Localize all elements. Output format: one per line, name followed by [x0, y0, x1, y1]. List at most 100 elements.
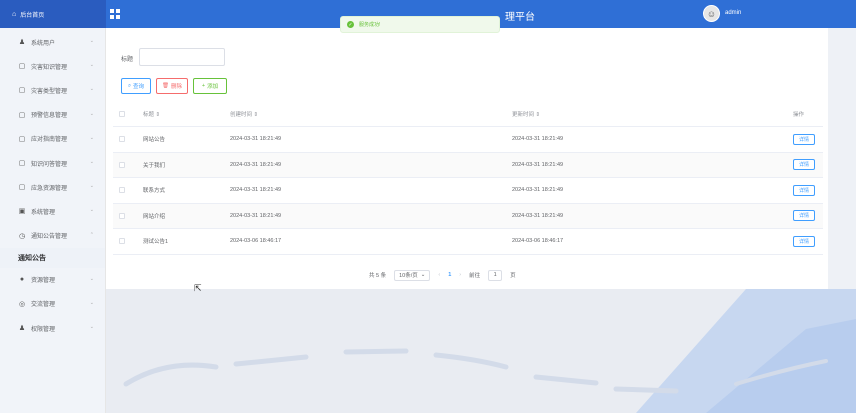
detail-button[interactable]: 详情 [793, 235, 815, 247]
detail-button[interactable]: 详情 [793, 184, 815, 196]
row-check-cell [119, 127, 125, 152]
sidebar-item-resources[interactable]: ▢ 应急资源管理 ⌄ [0, 175, 105, 199]
toast-message: 服务成功! [359, 22, 381, 28]
sidebar-item-label: 系统管理 [31, 209, 56, 216]
page-unit-label: 页 [510, 273, 516, 279]
add-button[interactable]: + 添加 [193, 78, 227, 94]
sidebar-item-notices[interactable]: ◷ 通知公告管理 ⌃ [0, 224, 105, 248]
cell-updated: 2024-03-31 18:21:49 [512, 187, 564, 194]
cell-actions: 详情 [793, 229, 815, 254]
brand-home-link[interactable]: ⌂ 后台首页 [0, 0, 106, 28]
right-gutter [828, 28, 856, 289]
detail-button[interactable]: 详情 [793, 133, 815, 145]
table-row: 网站公告 2024-03-31 18:21:49 2024-03-31 18:2… [113, 127, 823, 153]
cell-updated: 2024-03-06 18:46:17 [512, 238, 564, 245]
chevron-down-icon: ⌄ [89, 275, 94, 282]
menu-toggle-icon[interactable] [110, 9, 120, 19]
search-title-input[interactable] [139, 48, 225, 66]
delete-button[interactable]: 🗑 删除 [156, 78, 188, 94]
doc-icon: ▢ [18, 63, 26, 71]
row-checkbox[interactable] [119, 238, 125, 245]
cell-created: 2024-03-06 18:46:17 [230, 238, 282, 245]
chevron-down-icon: ⌄ [89, 207, 94, 214]
sidebar-item-label: 知识问答管理 [31, 161, 68, 168]
pagination: 共 5 条 10条/页 ⌄ ‹ 1 › 前往 1 页 [369, 269, 516, 281]
cell-updated: 2024-03-31 18:21:49 [512, 161, 564, 168]
sidebar-item-disaster-types[interactable]: ▢ 灾害类型管理 ⌄ [0, 78, 105, 102]
search-icon: ⌕ [127, 82, 132, 89]
chevron-down-icon: ⌄ [89, 110, 94, 117]
sidebar-item-qa[interactable]: ▢ 知识问答管理 ⌄ [0, 151, 105, 175]
avatar[interactable]: ☺ [703, 5, 720, 22]
col-header-created[interactable]: 创建时间 ⇕ [230, 102, 258, 126]
cell-created: 2024-03-31 18:21:49 [230, 161, 282, 168]
sidebar-item-system[interactable]: ▣ 系统管理 ⌄ [0, 199, 105, 223]
doc-icon: ▢ [18, 160, 26, 168]
row-checkbox[interactable] [119, 161, 125, 168]
sidebar-item-label: 应急资源管理 [31, 185, 68, 192]
select-all-cell [119, 102, 125, 126]
user-icon: ♟ [18, 39, 26, 47]
doc-icon: ▢ [18, 184, 26, 192]
chevron-up-icon: ⌃ [89, 231, 94, 238]
row-checkbox[interactable] [119, 187, 125, 194]
delete-button-label: 删除 [170, 84, 182, 90]
doc-icon: ▢ [18, 87, 26, 95]
user-name[interactable]: admin [725, 10, 741, 16]
col-header-updated[interactable]: 更新时间 ⇕ [512, 102, 540, 126]
table-row: 测试公告1 2024-03-06 18:46:17 2024-03-06 18:… [113, 229, 823, 255]
doc-icon: ▢ [18, 135, 26, 143]
search-title-label: 标题 [121, 57, 134, 63]
cell-actions: 详情 [793, 127, 815, 152]
select-all-checkbox[interactable] [119, 111, 125, 117]
sidebar-item-exchange[interactable]: ◎ 交流管理 ⌄ [0, 292, 105, 316]
home-icon: ⌂ [12, 10, 17, 18]
sidebar-item-label: 预警信息管理 [31, 113, 68, 120]
col-header-title[interactable]: 标题 ⇕ [143, 102, 160, 126]
platform-title: 理平台 [505, 12, 535, 23]
pager-total: 共 5 条 [369, 273, 387, 279]
background-decoration [106, 289, 856, 413]
sidebar-item-label: 交流管理 [31, 302, 56, 309]
current-page[interactable]: 1 [448, 272, 451, 278]
detail-button[interactable]: 详情 [793, 159, 815, 171]
row-checkbox[interactable] [119, 136, 125, 143]
image-icon: ▣ [18, 208, 26, 216]
sidebar-item-warnings[interactable]: ▢ 预警信息管理 ⌄ [0, 103, 105, 127]
sidebar-item-label: 灾害知识管理 [31, 64, 68, 71]
sidebar: ♟ 系统用户 ⌄ ▢ 灾害知识管理 ⌄ ▢ 灾害类型管理 ⌄ ▢ 预警信息管理 … [0, 28, 106, 413]
chevron-down-icon: ⌄ [89, 62, 94, 69]
page-size-select[interactable]: 10条/页 ⌄ [394, 269, 431, 281]
page-size-value: 10条/页 [399, 273, 418, 279]
add-button-label: 添加 [207, 84, 219, 90]
check-circle-icon: ✓ [347, 21, 354, 28]
sidebar-item-label: 通知公告管理 [31, 234, 68, 241]
cell-actions: 详情 [793, 204, 815, 229]
sidebar-item-system-users[interactable]: ♟ 系统用户 ⌄ [0, 30, 105, 54]
row-check-cell [119, 153, 125, 178]
query-button[interactable]: ⌕ 查询 [121, 78, 151, 94]
cell-updated: 2024-03-31 18:21:49 [512, 136, 564, 143]
detail-button[interactable]: 详情 [793, 210, 815, 222]
sidebar-item-guides[interactable]: ▢ 应对指南管理 ⌄ [0, 127, 105, 151]
prev-page-icon[interactable]: ‹ [438, 272, 440, 278]
goto-label: 前往 [469, 273, 481, 279]
cell-title: 网站公告 [143, 137, 166, 144]
goto-page-input[interactable]: 1 [488, 269, 503, 281]
sidebar-subitem-notices[interactable]: 通知公告 [0, 247, 105, 268]
sidebar-item-disaster-knowledge[interactable]: ▢ 灾害知识管理 ⌄ [0, 54, 105, 78]
query-button-label: 查询 [133, 84, 145, 90]
col-header-actions: 操作 [793, 112, 805, 118]
sidebar-item-permissions[interactable]: ♟ 权限管理 ⌄ [0, 316, 105, 340]
sidebar-item-resource-mgmt[interactable]: ● 资源管理 ⌄ [0, 268, 105, 292]
row-checkbox[interactable] [119, 212, 125, 219]
trash-icon: 🗑 [162, 83, 169, 89]
row-check-cell [119, 229, 125, 254]
brand-label: 后台首页 [20, 12, 45, 19]
cell-actions: 详情 [793, 178, 815, 203]
row-check-cell [119, 204, 125, 229]
circle-icon: ◎ [18, 300, 26, 308]
cell-title: 关于我们 [143, 162, 166, 169]
next-page-icon[interactable]: › [459, 272, 461, 278]
clock-icon: ◷ [18, 232, 26, 240]
